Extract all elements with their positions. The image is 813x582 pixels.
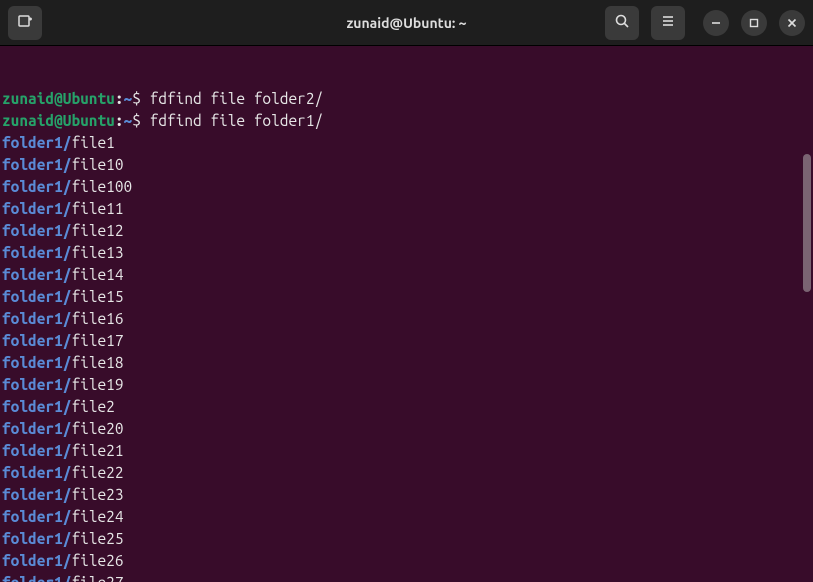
- output-file: file16: [71, 310, 123, 327]
- output-line: folder1/file26: [2, 550, 811, 572]
- minimize-icon: [711, 14, 721, 32]
- output-file: file24: [71, 508, 123, 525]
- prompt-line: zunaid@Ubuntu:~$ fdfind file folder1/: [2, 110, 811, 132]
- output-file: file17: [71, 332, 123, 349]
- output-folder: folder1/: [2, 288, 71, 305]
- output-line: folder1/file17: [2, 330, 811, 352]
- hamburger-icon: [660, 13, 676, 33]
- output-file: file22: [71, 464, 123, 481]
- prompt-line: zunaid@Ubuntu:~$ fdfind file folder2/: [2, 88, 811, 110]
- command-text: fdfind file folder1/: [150, 112, 324, 129]
- output-file: file10: [71, 156, 123, 173]
- output-folder: folder1/: [2, 420, 71, 437]
- output-line: folder1/file11: [2, 198, 811, 220]
- output-line: folder1/file1: [2, 132, 811, 154]
- output-file: file20: [71, 420, 123, 437]
- scrollbar-track[interactable]: [802, 46, 812, 582]
- output-file: file11: [71, 200, 123, 217]
- command-text: fdfind file folder2/: [150, 90, 324, 107]
- terminal-spacer: [2, 50, 811, 88]
- prompt-path: ~: [124, 112, 133, 129]
- terminal-body[interactable]: zunaid@Ubuntu:~$ fdfind file folder2/zun…: [0, 46, 813, 582]
- window-title: zunaid@Ubuntu: ~: [346, 15, 466, 31]
- output-line: folder1/file24: [2, 506, 811, 528]
- output-line: folder1/file18: [2, 352, 811, 374]
- output-file: file14: [71, 266, 123, 283]
- output-line: folder1/file15: [2, 286, 811, 308]
- output-line: folder1/file10: [2, 154, 811, 176]
- output-line: folder1/file23: [2, 484, 811, 506]
- output-folder: folder1/: [2, 530, 71, 547]
- titlebar-left: [8, 6, 42, 40]
- close-icon: [787, 14, 797, 32]
- output-folder: folder1/: [2, 398, 71, 415]
- new-tab-icon: [17, 13, 33, 33]
- output-line: folder1/file22: [2, 462, 811, 484]
- output-folder: folder1/: [2, 310, 71, 327]
- output-file: file25: [71, 530, 123, 547]
- window-controls: [703, 10, 805, 36]
- output-file: file19: [71, 376, 123, 393]
- output-folder: folder1/: [2, 442, 71, 459]
- output-file: file2: [71, 398, 114, 415]
- output-folder: folder1/: [2, 508, 71, 525]
- prompt-user: zunaid@Ubuntu: [2, 112, 115, 129]
- output-line: folder1/file20: [2, 418, 811, 440]
- search-button[interactable]: [605, 6, 639, 40]
- output-line: folder1/file21: [2, 440, 811, 462]
- output-folder: folder1/: [2, 332, 71, 349]
- terminal-lines: zunaid@Ubuntu:~$ fdfind file folder2/zun…: [2, 88, 811, 582]
- output-folder: folder1/: [2, 178, 71, 195]
- output-line: folder1/file2: [2, 396, 811, 418]
- prompt-symbol: $: [132, 112, 149, 129]
- new-tab-button[interactable]: [8, 6, 42, 40]
- prompt-user: zunaid@Ubuntu: [2, 90, 115, 107]
- output-file: file1: [71, 134, 114, 151]
- output-line: folder1/file13: [2, 242, 811, 264]
- output-file: file12: [71, 222, 123, 239]
- output-line: folder1/file19: [2, 374, 811, 396]
- output-line: folder1/file100: [2, 176, 811, 198]
- titlebar-right: [605, 6, 805, 40]
- output-file: file100: [71, 178, 132, 195]
- prompt-path: ~: [124, 90, 133, 107]
- output-folder: folder1/: [2, 134, 71, 151]
- output-folder: folder1/: [2, 156, 71, 173]
- output-folder: folder1/: [2, 222, 71, 239]
- output-folder: folder1/: [2, 376, 71, 393]
- output-file: file21: [71, 442, 123, 459]
- output-folder: folder1/: [2, 486, 71, 503]
- prompt-colon: :: [115, 112, 124, 129]
- output-file: file18: [71, 354, 123, 371]
- output-line: folder1/file12: [2, 220, 811, 242]
- output-line: folder1/file16: [2, 308, 811, 330]
- output-file: file23: [71, 486, 123, 503]
- output-folder: folder1/: [2, 244, 71, 261]
- output-folder: folder1/: [2, 200, 71, 217]
- scrollbar-thumb[interactable]: [803, 154, 811, 292]
- output-line: folder1/file14: [2, 264, 811, 286]
- output-file: file13: [71, 244, 123, 261]
- output-file: file26: [71, 552, 123, 569]
- minimize-button[interactable]: [703, 10, 729, 36]
- titlebar: zunaid@Ubuntu: ~: [0, 0, 813, 46]
- prompt-colon: :: [115, 90, 124, 107]
- maximize-button[interactable]: [741, 10, 767, 36]
- output-file: file15: [71, 288, 123, 305]
- output-folder: folder1/: [2, 574, 71, 582]
- output-line: folder1/file25: [2, 528, 811, 550]
- output-folder: folder1/: [2, 464, 71, 481]
- close-button[interactable]: [779, 10, 805, 36]
- output-folder: folder1/: [2, 266, 71, 283]
- search-icon: [614, 13, 630, 33]
- menu-button[interactable]: [651, 6, 685, 40]
- output-line: folder1/file27: [2, 572, 811, 582]
- output-folder: folder1/: [2, 552, 71, 569]
- output-folder: folder1/: [2, 354, 71, 371]
- maximize-icon: [749, 14, 759, 32]
- output-file: file27: [71, 574, 123, 582]
- prompt-symbol: $: [132, 90, 149, 107]
